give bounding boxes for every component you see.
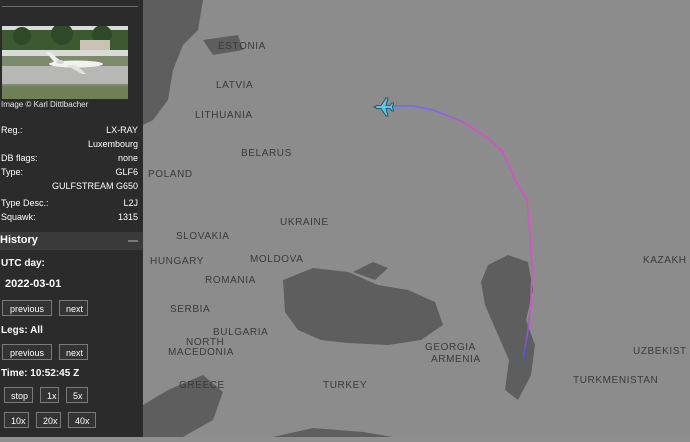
country-label: GREECE [179, 380, 225, 391]
photo-credit: Image © Karl Dittlbacher [1, 100, 89, 109]
aircraft-sidebar: Image © Karl Dittlbacher Reg.: LX-RAY Lu… [0, 0, 143, 437]
country-label: LATVIA [216, 80, 253, 91]
country-label: GEORGIA [425, 342, 476, 353]
leg-previous-button[interactable]: previous [2, 344, 52, 360]
country-label: TURKMENISTAN [573, 375, 658, 386]
country-label: TURKEY [323, 380, 367, 391]
reg-value[interactable]: LX-RAY [106, 125, 138, 136]
country-label: UKRAINE [280, 217, 329, 228]
history-title: History [0, 234, 38, 246]
type-desc-label: Type Desc.: [1, 198, 49, 208]
country-label: LITHUANIA [195, 110, 253, 121]
country-label: MOLDOVA [250, 254, 303, 265]
type-label: Type: [1, 167, 24, 177]
db-flags-value: none [117, 153, 138, 163]
type-value[interactable]: GLF6 [115, 167, 138, 178]
speed-10x-button[interactable]: 10x [4, 412, 29, 428]
day-previous-button[interactable]: previous [2, 300, 52, 316]
speed-1x-button[interactable]: 1x [40, 387, 59, 403]
country-label: SERBIA [170, 304, 210, 315]
aircraft-photo[interactable] [2, 26, 128, 99]
country-label: MACEDONIA [168, 347, 234, 358]
history-header[interactable]: History [0, 232, 143, 250]
country-label: HUNGARY [150, 256, 204, 267]
utc-day-label: UTC day: [1, 258, 45, 269]
collapse-icon[interactable] [128, 240, 138, 242]
leg-next-button[interactable]: next [59, 344, 88, 360]
squawk-value: 1315 [117, 212, 138, 222]
db-flags-label: DB flags: [1, 153, 38, 163]
speed-5x-button[interactable]: 5x [66, 387, 88, 403]
country-value: Luxembourg [87, 139, 138, 149]
map-view[interactable]: ESTONIA LATVIA LITHUANIA BELARUS POLAND … [143, 0, 690, 437]
utc-day-value: 2022-03-01 [5, 278, 62, 290]
reg-label: Reg.: [1, 125, 23, 135]
time-label: Time: 10:52:45 Z [1, 368, 80, 379]
speed-20x-button[interactable]: 20x [36, 412, 61, 428]
country-label: BELARUS [241, 148, 292, 159]
type-desc-value: L2J [123, 198, 138, 208]
day-next-button[interactable]: next [59, 300, 88, 316]
squawk-label: Squawk: [1, 212, 36, 222]
type-name: GULFSTREAM G650 [51, 181, 138, 191]
speed-40x-button[interactable]: 40x [68, 412, 96, 428]
divider [2, 6, 138, 7]
land-background [143, 0, 690, 437]
country-label: ROMANIA [205, 275, 256, 286]
legs-label: Legs: All [1, 325, 43, 336]
country-label: UZBEKIST [633, 346, 687, 357]
country-label: KAZAKH [643, 255, 687, 266]
country-label: ESTONIA [218, 41, 266, 52]
country-label: ARMENIA [431, 354, 481, 365]
stop-button[interactable]: stop [4, 387, 33, 403]
country-label: SLOVAKIA [176, 231, 230, 242]
country-label: POLAND [148, 169, 193, 180]
